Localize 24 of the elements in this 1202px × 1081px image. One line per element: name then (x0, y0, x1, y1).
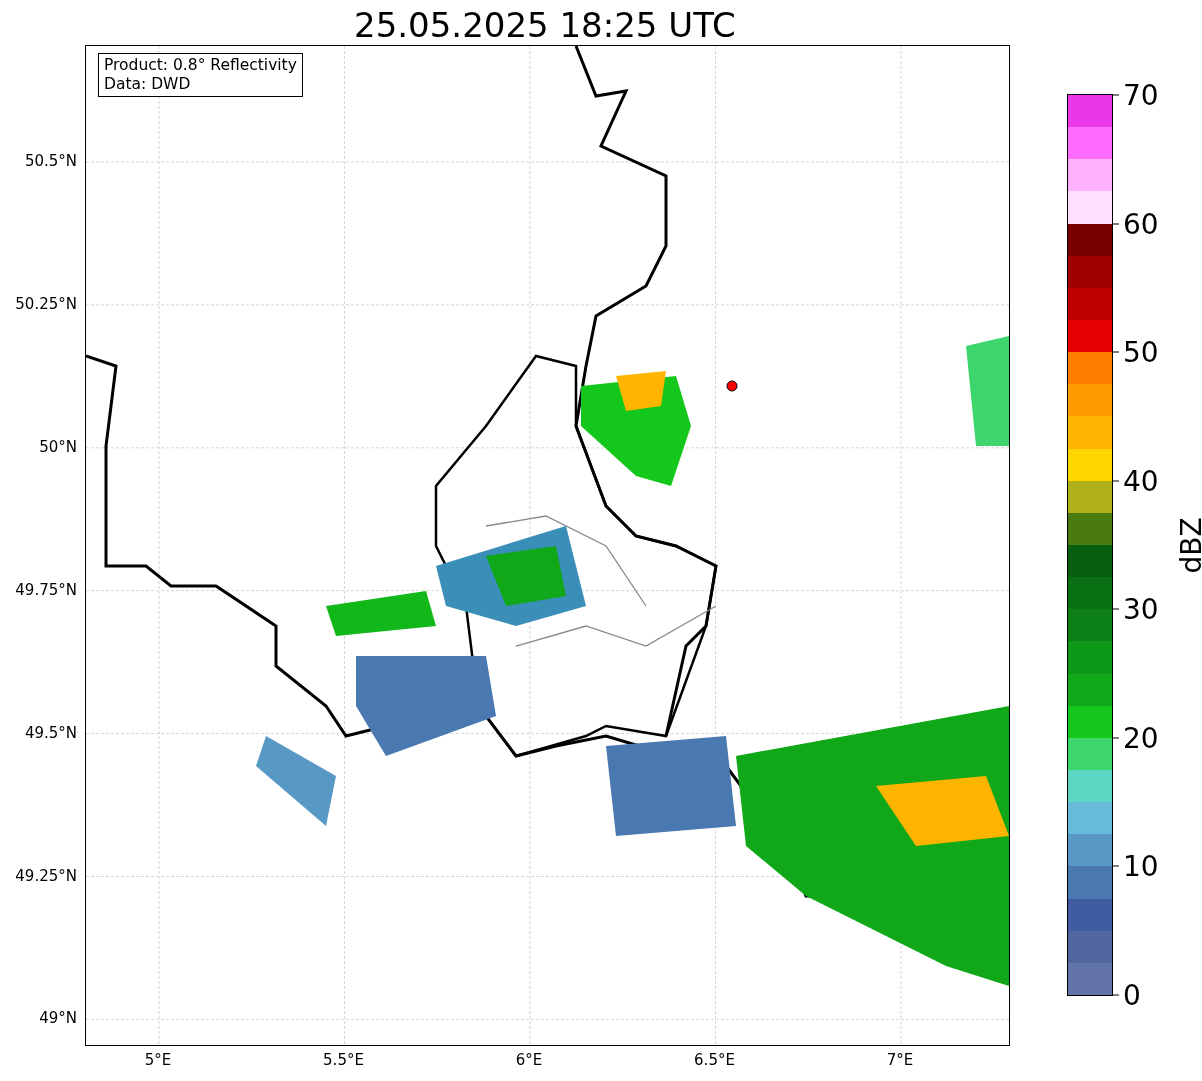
tick-label: 0 (1123, 978, 1141, 1012)
tick-label: 20 (1123, 721, 1159, 755)
longitude-label: 6°E (515, 1051, 543, 1069)
tick-label: 30 (1123, 592, 1159, 626)
chart-title: 25.05.2025 18:25 UTC (354, 4, 736, 45)
latitude-label: 49.5°N (24, 723, 77, 742)
longitude-label: 7°E (886, 1051, 914, 1069)
latitude-label: 50.25°N (15, 294, 77, 313)
info-text: Product: 0.8° Reflectivity (104, 56, 297, 75)
tick-label: 50 (1123, 335, 1159, 369)
latitude-label: 50.5°N (24, 152, 77, 170)
colorbar-label: dBZ (1174, 516, 1202, 574)
info-text: Data: DWD (104, 75, 192, 94)
latitude-label: 50°N (39, 437, 77, 456)
tick-label: 60 (1123, 207, 1159, 241)
latitude-label: 49.25°N (15, 866, 77, 885)
tick-label: 70 (1123, 78, 1159, 112)
latitude-label: 49.75°N (15, 580, 77, 599)
tick-label: 40 (1123, 464, 1159, 498)
latitude-label: 49°N (39, 1009, 77, 1028)
tick-label: 10 (1123, 849, 1159, 883)
longitude-label: 5°E (144, 1051, 172, 1069)
longitude-label: 5.5°E (323, 1051, 364, 1069)
longitude-label: 6.5°E (694, 1051, 735, 1069)
